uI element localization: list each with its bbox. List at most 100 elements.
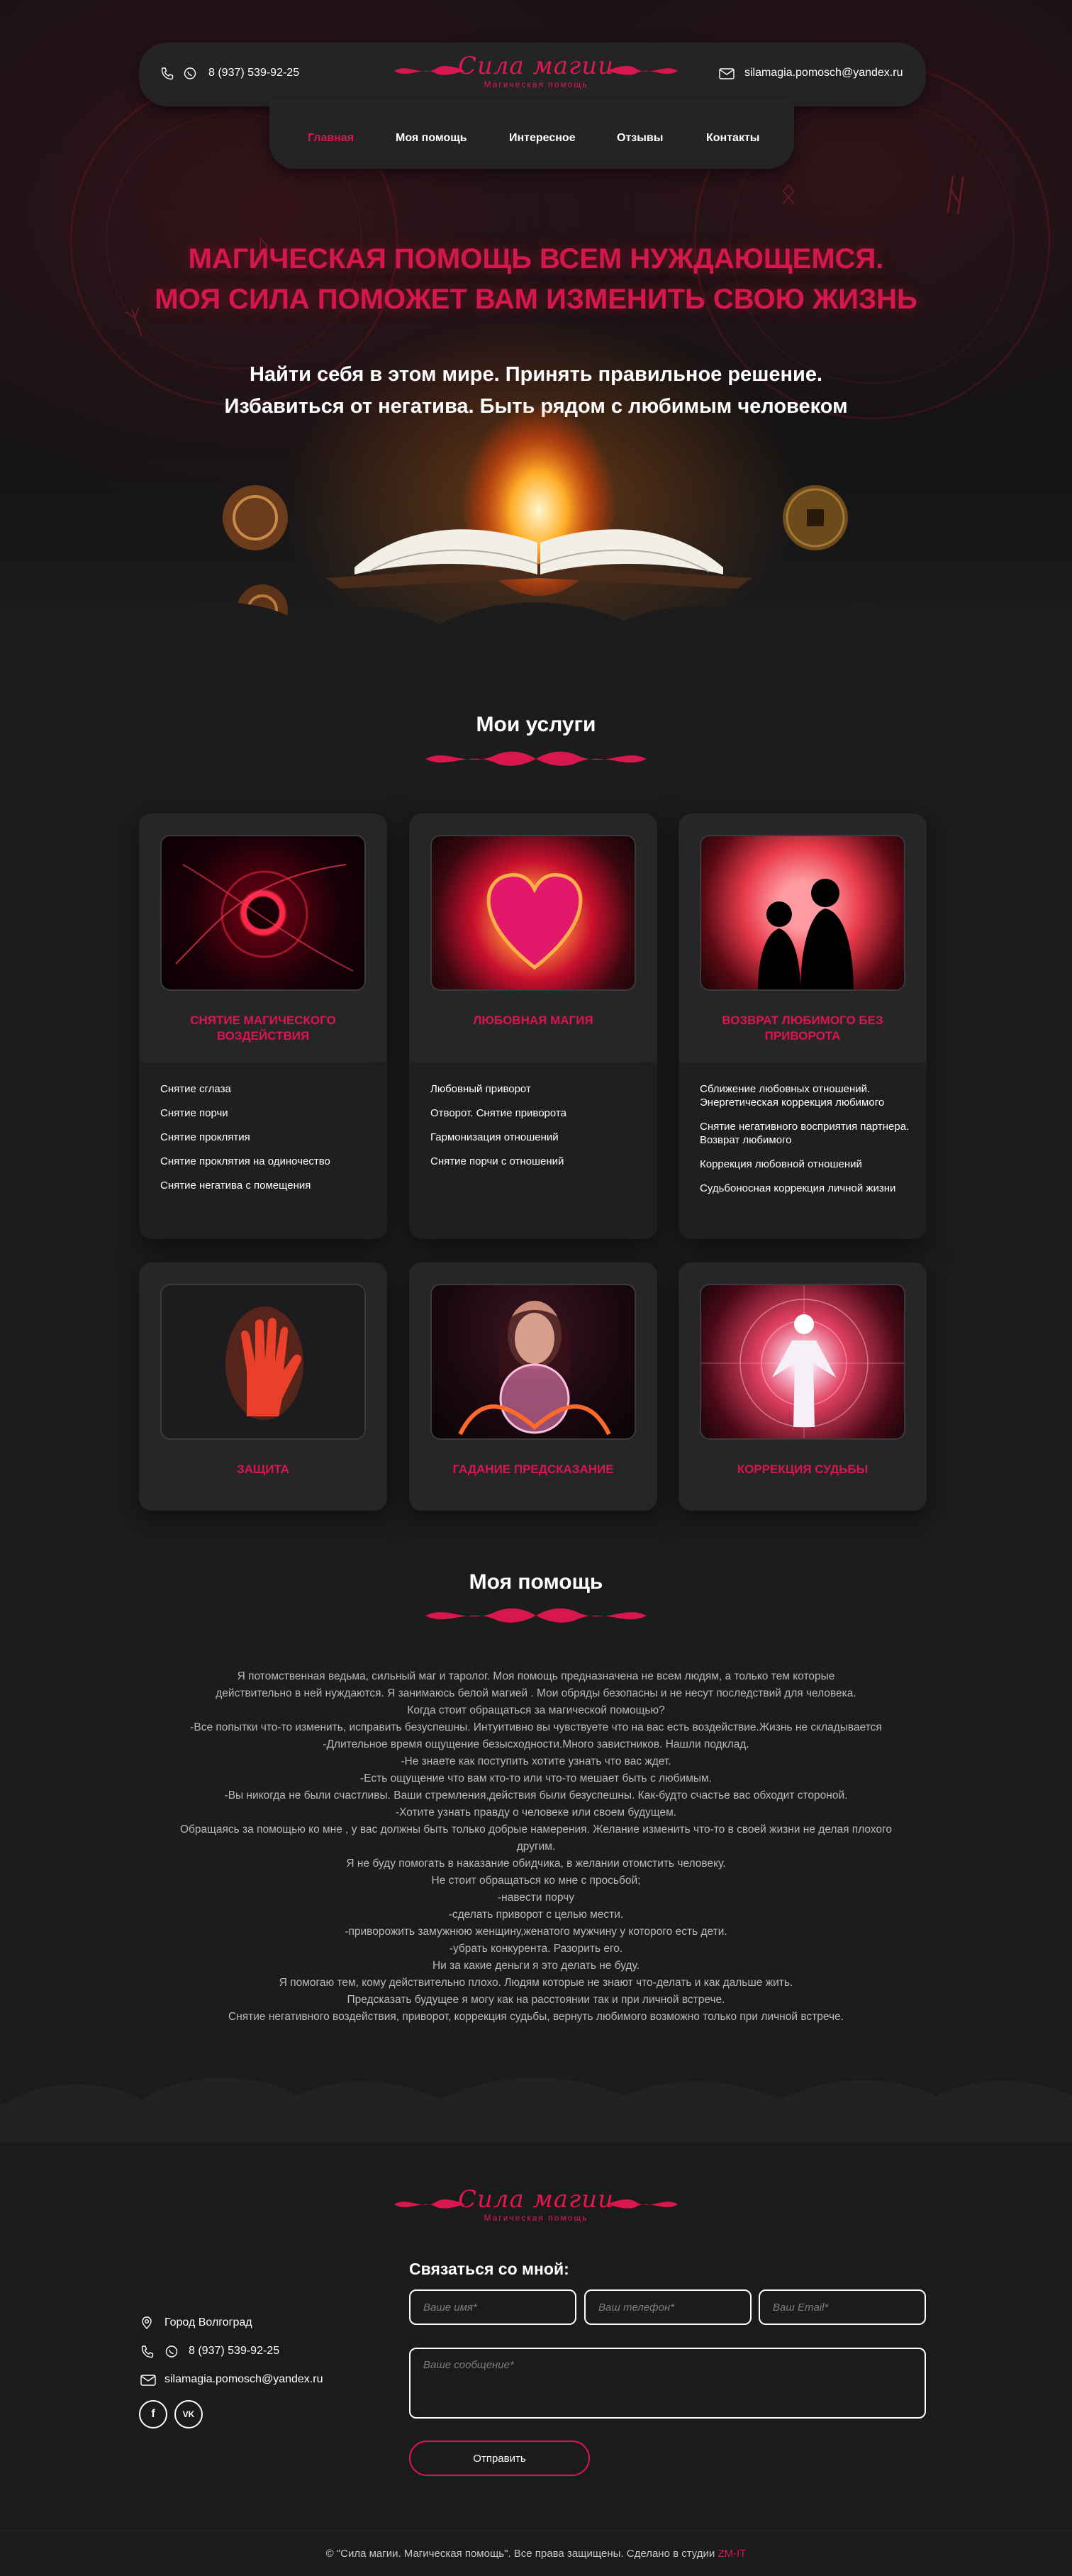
cloud-divider [0,602,1072,674]
coin-decoration [223,485,288,550]
service-card[interactable]: Защита [139,1262,387,1511]
facebook-icon[interactable]: f [139,2400,167,2428]
list-item: Любовный приворот [430,1083,531,1095]
hero-section: ᚺ ᛉ ᛟ ᚱ МАГИЧЕСКАЯ ПОМОЩЬ ВСЕМ НУЖДАЮЩЕМ… [0,0,1072,638]
mail-icon [140,2375,156,2386]
flame-flourish [425,751,647,766]
help-paragraph: Снятие негативного воздействия, приворот… [228,2011,844,2023]
viber-icon[interactable] [164,2345,179,2359]
service-card[interactable]: Гадание предсказание [409,1262,657,1511]
send-button[interactable]: Отправить [409,2441,590,2476]
help-paragraph: Предсказать будущее я могу как на рассто… [347,1994,725,2006]
help-paragraph: Я помогаю тем, кому действительно плохо.… [279,1977,793,1989]
header-phone[interactable]: 8 (937) 539-92-25 [208,67,299,79]
header-email[interactable]: silamagia.pomosch@yandex.ru [744,67,903,79]
footer-logo[interactable]: Сила магии Магическая помощь [394,2186,678,2223]
footer-email[interactable]: silamagia.pomosch@yandex.ru [164,2373,323,2386]
help-paragraph: -приворожить замужнюю женщину,женатого м… [345,1926,727,1938]
list-item: Судьбоносная коррекция личной жизни [700,1182,896,1194]
card-title: Защита [236,1462,290,1476]
help-paragraph: Когда стоит обращаться за магической пом… [407,1704,665,1716]
help-paragraph: -Вы никогда не были счастливы. Ваши стре… [224,1789,848,1801]
card-image-burning-hand [160,1284,366,1440]
nav-item-my-help[interactable]: Моя помощь [396,132,467,145]
card-title: Любовная магия [473,1014,593,1027]
help-paragraph: Я не буду помогать в наказание обидчика,… [346,1858,726,1870]
mail-icon [719,68,735,79]
nav-item-reviews[interactable]: Отзывы [617,132,663,145]
seer-with-ball [458,1301,611,1436]
card-image-red-eye [160,835,366,991]
list-item: Снятие негативного восприятия партнера. … [700,1121,910,1146]
copyright: © "Сила магии. Магическая помощь". Все п… [0,2548,1072,2560]
name-field[interactable] [409,2289,576,2325]
card-title: Коррекция судьбы [737,1462,869,1476]
card-image-crystal-ball [430,1284,636,1440]
flame-ornament-right [607,2199,678,2209]
phone-icon [141,2345,154,2358]
phone-icon [161,67,174,80]
hero-title: МОЯ СИЛА ПОМОЖЕТ ВАМ ИЗМЕНИТЬ СВОЮ ЖИЗНЬ [155,284,917,315]
help-paragraph: Не стоит обращаться ко мне с просьбой; [431,1875,641,1887]
page: ᚺ ᛉ ᛟ ᚱ МАГИЧЕСКАЯ ПОМОЩЬ ВСЕМ НУЖДАЮЩЕМ… [0,0,1072,2576]
card-list: Любовный приворот Отворот. Снятие привор… [430,1082,643,1179]
help-paragraph: -сделать приворот с целью мести. [448,1909,624,1921]
list-item: Снятие порчи [160,1107,228,1119]
service-card[interactable]: Возврат любимого без приворота Сближение… [679,814,927,1239]
coin-decoration [783,485,848,550]
help-paragraph: -Есть ощущение что вам кто-то или что-то… [360,1772,712,1784]
flame-flourish [425,1608,647,1623]
help-paragraph: другим. [516,1841,556,1853]
help-paragraph: -Хотите узнать правду о человеке или сво… [395,1806,677,1819]
service-card[interactable]: Коррекция судьбы [679,1262,927,1511]
card-list: Сближение любовных отношений. Энергетиче… [700,1082,912,1206]
list-item: Снятие сглаза [160,1083,231,1095]
hero-subtitle: Найти себя в этом мире. Принять правильн… [249,363,823,386]
help-paragraph: -Длительное время ощущение безысходности… [323,1738,749,1750]
vortex-lines [175,864,354,972]
list-item: Гармонизация отношений [430,1131,559,1143]
phone-field[interactable] [584,2289,752,2325]
list-item: Коррекция любовной отношений [700,1158,862,1170]
service-card[interactable]: Любовная магия Любовный приворот Отворот… [409,814,657,1239]
services-title: Мои услуги [476,713,596,736]
footer-phone[interactable]: 8 (937) 539-92-25 [189,2345,279,2358]
help-paragraph: -Все попытки что-то изменить, исправить … [190,1721,882,1733]
help-paragraph: -Не знаете как поступить хотите узнать ч… [401,1755,671,1767]
card-image-couple-heart [700,835,905,991]
copyright-text: © "Сила магии. Магическая помощь". Все п… [325,2548,718,2560]
divider [0,2530,1072,2531]
email-field[interactable] [759,2289,926,2325]
help-text: Я потомственная ведьма, сильный маг и та… [156,1668,916,2026]
nav-item-home[interactable]: Главная [308,132,354,145]
nav-item-contacts[interactable]: Контакты [706,132,759,145]
message-field[interactable] [409,2348,926,2419]
contact-form-title: Связаться со мной: [409,2260,569,2278]
card-image-fire-heart [430,835,636,991]
card-list: Снятие сглаза Снятие порчи Снятие прокля… [160,1082,373,1203]
footer [0,2078,1072,2576]
energy-figure [701,1285,904,1438]
footer-city: Город Волгоград [164,2316,252,2328]
flame-ornament-left [394,66,465,75]
card-title: Возврат любимого без приворота [722,1014,883,1043]
main-nav: Главная Моя помощь Интересное Отзывы Кон… [269,99,794,169]
studio-link[interactable]: ZM-IT [718,2548,746,2560]
couple-silhouette [758,879,854,989]
location-icon [142,2316,152,2329]
heart-shape [486,873,583,970]
hand-shape [225,1306,303,1420]
list-item: Снятие порчи с отношений [430,1155,564,1167]
vk-icon[interactable]: VK [174,2400,203,2428]
open-book-illustration [326,397,752,596]
help-paragraph: Я потомственная ведьма, сильный маг и та… [237,1670,835,1682]
logo-subtitle: Магическая помощь [484,2213,588,2223]
flame-ornament-left [394,2199,465,2209]
list-item: Сближение любовных отношений. Энергетиче… [700,1083,885,1109]
viber-icon[interactable] [183,67,197,81]
service-card[interactable]: Снятие магического воздействия Снятие сг… [139,814,387,1239]
header-logo[interactable]: Сила магии Магическая помощь [394,52,678,89]
help-paragraph: Обращаясь за помощью ко мне , у вас долж… [179,1823,892,1836]
nav-item-interesting[interactable]: Интересное [509,132,576,145]
card-title: Снятие магического воздействия [190,1014,336,1043]
